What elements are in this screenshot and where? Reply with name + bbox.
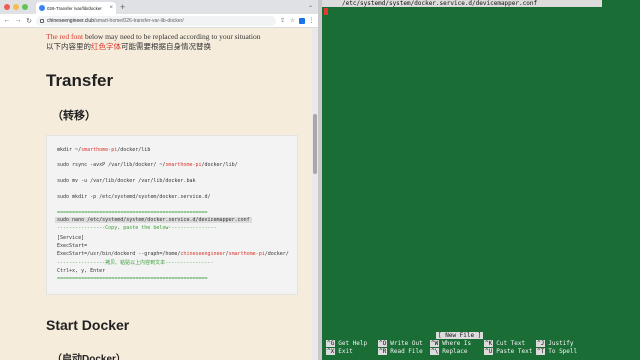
new-tab-button[interactable]: + [120,2,125,12]
extension-icon[interactable] [299,17,305,24]
nano-status: [ New File ] [436,332,484,339]
page-content: The red font below may need to be replac… [0,29,318,360]
reload-button[interactable]: ↻ [25,17,33,25]
code-line: sudo mkdir -p /etc/systemd/system/docker… [57,194,211,200]
replace-note-cn-before: 以下内容里的 [46,42,91,51]
code-text: /docker/ [264,251,289,257]
shortcut-get-help[interactable]: ^G Get Help [326,340,367,347]
browser-window: 026-Transfer /var/lib/docker × + ⌄ ← → ↻… [0,0,318,360]
shortcut-to-spell[interactable]: ^T To Spell [536,348,577,355]
code-line: [Service] [57,235,85,241]
url-domain: chineseengineer.club [47,17,94,24]
replace-note-en-text: below may need to be replaced according … [83,32,261,41]
shortcut-label: Read File [390,348,423,355]
terminal-window[interactable]: /etc/systemd/system/docker.service.d/dev… [322,0,640,360]
shortcut-key: ^R [378,348,388,355]
code-line: ExecStart= [57,243,88,249]
code-separator: ========================================… [57,210,208,216]
code-text: sudo rsync -avxP /var/lib/docker/ ~/ [57,162,166,168]
shortcut-label: Cut Text [496,340,526,347]
shortcut-justify[interactable]: ^J Justify [536,340,574,347]
code-line-highlighted: sudo nano /etc/systemd/system/docker.ser… [55,217,252,223]
shortcut-read-file[interactable]: ^R Read File [378,348,423,355]
shortcut-key: ^J [536,340,546,347]
replace-note-cn: 以下内容里的红色字体可能需要根据自身情况替换 [46,41,211,52]
tab-title: 026-Transfer /var/lib/docker [47,5,102,11]
shortcut-where-is[interactable]: ^W Where Is [430,340,471,347]
shortcut-key: ^K [484,340,494,347]
shortcut-key: ^U [484,348,494,355]
red-font-label: The red font [46,32,84,41]
favicon-icon [39,5,45,11]
forward-button[interactable]: → [14,17,22,24]
bookmark-star-icon[interactable]: ☆ [289,17,296,24]
code-line: Ctrl+x, y, Enter [57,268,106,274]
shortcut-label: Exit [338,348,353,355]
shortcut-label: Replace [442,348,468,355]
code-replace-text: smarthome-pi [228,251,265,257]
heading-transfer: Transfer [46,71,114,90]
window-controls [4,4,28,10]
shortcut-key: ^O [378,340,388,347]
code-line: mkdir ~/smarthome-pi/docker/lib [57,147,150,153]
code-text: mkdir ~/ [57,147,82,153]
nano-title-bar: /etc/systemd/system/docker.service.d/dev… [322,0,602,7]
share-icon[interactable]: ⇪ [279,17,286,24]
scrollbar-thumb[interactable] [313,114,317,174]
code-block[interactable]: mkdir ~/smarthome-pi/docker/lib sudo rsy… [46,135,298,295]
shortcut-replace[interactable]: ^\ Replace [430,348,468,355]
url-text: chineseengineer.club/smart-home/026-tran… [47,18,184,24]
text-cursor [324,8,328,15]
tab-bar: 026-Transfer /var/lib/docker × + ⌄ [0,0,318,14]
shortcut-write-out[interactable]: ^O Write Out [378,340,423,347]
browser-menu-icon[interactable]: ⋮ [308,17,315,24]
shortcut-label: Where Is [442,340,472,347]
close-window-button[interactable] [4,4,10,10]
code-line: sudo rsync -avxP /var/lib/docker/ ~/smar… [57,162,238,168]
shortcut-key: ^\ [430,348,440,355]
tab-active[interactable]: 026-Transfer /var/lib/docker × [36,2,116,14]
code-text: /docker/lib [117,147,151,153]
tab-search-icon[interactable]: ⌄ [308,2,313,9]
shortcut-label: To Spell [548,348,578,355]
replace-note-en: The red font below may need to be replac… [46,32,261,41]
code-copy-note: ----------------Copy, paste the below---… [57,225,217,231]
shortcut-label: Justify [548,340,574,347]
code-text: ExecStart=/usr/bin/dockerd --graph=/home… [57,251,181,257]
heading-start-docker: Start Docker [46,317,130,333]
code-copy-note-cn: ----------------拷贝、粘贴以上内容到文本------------… [57,260,214,266]
lock-icon [40,18,44,23]
code-line: sudo mv -u /var/lib/docker /var/lib/dock… [57,178,196,184]
shortcut-key: ^T [536,348,546,355]
heading-start-docker-cn: （启动Docker） [52,354,126,360]
replace-note-cn-after: 可能需要根据自身情况替换 [121,42,211,51]
replace-note-cn-red: 红色字体 [91,42,121,51]
address-bar[interactable]: chineseengineer.club/smart-home/026-tran… [36,15,276,26]
shortcut-cut-text[interactable]: ^K Cut Text [484,340,525,347]
code-replace-text: smarthome-pi [165,162,202,168]
heading-transfer-cn: （转移） [52,110,96,122]
shortcut-label: Paste Text [496,348,533,355]
shortcut-label: Write Out [390,340,423,347]
shortcut-exit[interactable]: ^X Exit [326,348,353,355]
code-text: /docker/lib/ [201,162,238,168]
code-replace-text: chineseengineer [180,251,226,257]
shortcut-label: Get Help [338,340,368,347]
shortcut-key: ^X [326,348,336,355]
url-path: /smart-home/026-transfer-var-lib-docker/ [93,17,184,24]
code-separator: ========================================… [57,276,208,282]
shortcut-paste-text[interactable]: ^U Paste Text [484,348,532,355]
shortcut-key: ^W [430,340,440,347]
browser-toolbar: ← → ↻ chineseengineer.club/smart-home/02… [0,14,318,28]
code-replace-text: smarthome-pi [81,147,118,153]
shortcut-key: ^G [326,340,336,347]
back-button[interactable]: ← [3,17,11,24]
tab-close-icon[interactable]: × [109,5,113,11]
code-line: ExecStart=/usr/bin/dockerd --graph=/home… [57,251,289,257]
maximize-window-button[interactable] [22,4,28,10]
minimize-window-button[interactable] [13,4,19,10]
